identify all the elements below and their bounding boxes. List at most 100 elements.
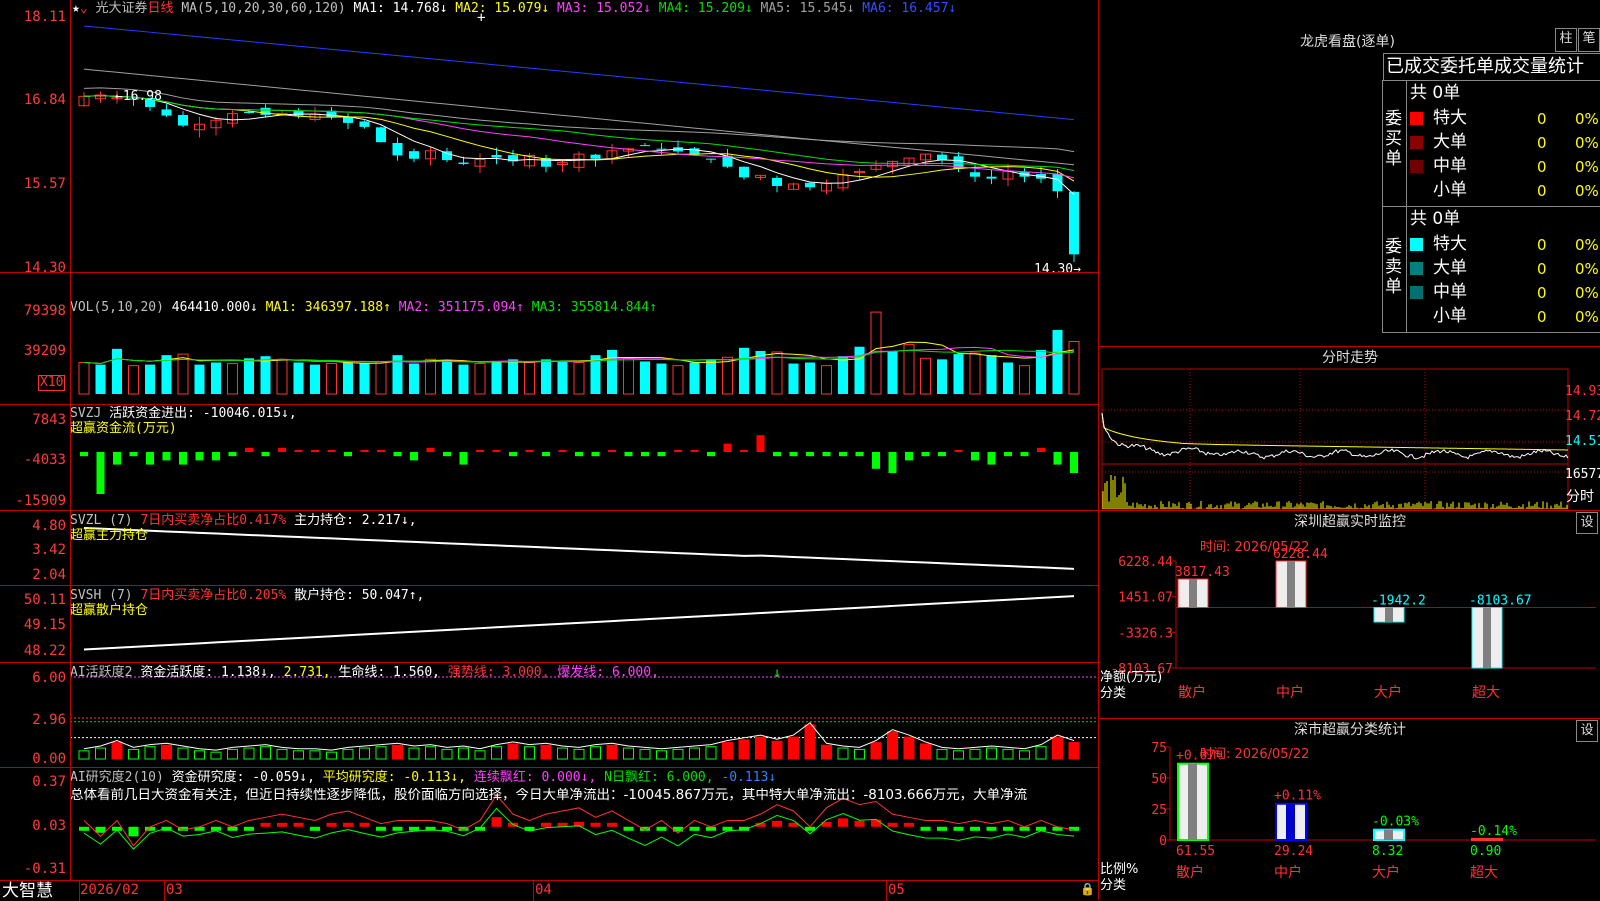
ratio-bar-stripe (1384, 829, 1393, 840)
activity-bar (986, 747, 997, 760)
kline-pane[interactable]: ★⌄ 光大证券日线 MA(5,10,20,30,60,120) MA1: 14.… (0, 0, 1098, 277)
ma1-value: MA1: 14.768↓ (353, 1, 448, 16)
order-count: 0 (1537, 134, 1547, 152)
activity-bar (920, 743, 931, 760)
order-row: 特大 0 0% (1409, 233, 1600, 255)
flow-bar (789, 452, 798, 457)
net-bar-stripe (1287, 561, 1295, 608)
ma6-value: MA6: 16.457↓ (862, 1, 957, 16)
net-bar-stripe (1385, 607, 1393, 622)
volume-bar (491, 361, 502, 394)
star-icon[interactable]: ★ (72, 1, 80, 16)
flow-bar (641, 452, 649, 457)
order-row: 大单 0 0% (1409, 257, 1600, 279)
activity-bar (524, 746, 535, 760)
volume-pane[interactable]: VOL(5,10,20) 464410.000↓ MA1: 346397.188… (0, 298, 1098, 398)
candle-body (458, 162, 469, 165)
period-label[interactable]: 日线 (148, 1, 174, 16)
volume-bar (986, 355, 997, 394)
order-type: 特大 (1433, 234, 1467, 254)
candle-body (590, 154, 601, 159)
flow-bar (80, 452, 88, 457)
candlestick-chart[interactable] (0, 0, 1098, 272)
lock-icon[interactable]: 🔒 (1080, 882, 1095, 896)
sz-monitor-chart[interactable]: 6228.44 1451.07 -3326.3 -8103.67 3817.43 散户 62… (1100, 511, 1600, 719)
date-label: 2026/02 (80, 882, 140, 898)
flow-bar (954, 450, 963, 452)
vol-legend: VOL(5,10,20) 464410.000↓ MA1: 346397.188… (70, 300, 657, 315)
activity-bar (936, 748, 948, 760)
ai-activity-pane[interactable]: ↓ AI活跃度2 资金活跃度: 1.138↓, 2.731, 生命线: 1.56… (0, 663, 1098, 767)
flow-bar (591, 452, 600, 457)
flow-bar (855, 452, 864, 457)
activity-bar (705, 746, 717, 760)
svsh-pane[interactable]: SVSH (7) 7日内买卖净占比0.205% 散户持仓: 50.047↑, 超… (0, 586, 1098, 662)
sz-class-panel[interactable]: 深市超赢分类统计 设 时间: 2026/05/22 75 50 25 0 +0.07% 6… (1100, 718, 1600, 901)
order-type: 中单 (1433, 156, 1467, 176)
y-tick: -0.31 (23, 861, 66, 877)
svsh-legend: SVSH (7) 7日内买卖净占比0.205% 散户持仓: 50.047↑, (70, 588, 424, 603)
activity-bar (392, 744, 403, 760)
flow-bar (938, 452, 946, 457)
sz-class-chart[interactable]: 75 50 25 0 +0.07% 61.55 散户 +0.11% 29.24 中户 -0.03% 8… (1100, 719, 1600, 901)
ratio-bar (1471, 837, 1503, 842)
volume-bar (276, 358, 288, 395)
flow-bar (624, 452, 633, 457)
flow-bar (1037, 447, 1045, 452)
volume-bar (359, 363, 370, 394)
ai-research-d: N日飘红: 6.000, (604, 770, 714, 785)
volume-bar (672, 365, 684, 395)
volume-bar (508, 359, 518, 394)
order-count: 0 (1537, 260, 1547, 278)
activity-bar (78, 750, 90, 760)
caret-icon[interactable]: ⌄ (80, 1, 88, 16)
ma-line (83, 25, 1075, 121)
ai-activity-b: 2.731, (283, 665, 331, 680)
svzl-pane[interactable]: SVZL (7) 7日内买卖净占比0.417% 主力持仓: 2.217↓, 超赢… (0, 511, 1098, 585)
ratio-value: 8.32 (1372, 844, 1403, 859)
svzj-legend: SVZJ 活跃资金进出: -10046.015↓, (70, 406, 297, 421)
flow-bar (212, 452, 220, 461)
ai-activity-a: 资金活跃度: 1.138↓, (140, 665, 276, 680)
y-tick-label: 25 (1151, 803, 1167, 818)
fenshi-frame (1101, 368, 1569, 510)
low-marker: 14.30→ (1034, 262, 1081, 277)
ai-activity-d: 强势线: 3.000, (447, 665, 550, 680)
volume-bar (953, 354, 964, 394)
color-swatch (1410, 112, 1423, 125)
flow-bar (195, 452, 204, 461)
flow-bar (1004, 452, 1012, 457)
bar-mode-button[interactable]: 柱 (1555, 28, 1577, 52)
research-bar (871, 819, 881, 827)
ratio-value: 61.55 (1176, 844, 1215, 859)
svzj-pane[interactable]: SVZJ 活跃资金进出: -10046.015↓, 超赢资金流(万元) 7843… (0, 404, 1098, 510)
ai-research-legend: AI研究度2(10) 资金研究度: -0.059↓, 平均研究度: -0.113… (70, 770, 776, 785)
category-label: 中户 (1274, 864, 1302, 881)
volume-bar (343, 362, 353, 394)
activity-bar (821, 744, 832, 760)
fenshi-panel[interactable]: 分时走势 14.93 14.72 14.51 16577 分时 (1100, 346, 1600, 511)
net-bar-stripe (1483, 607, 1491, 668)
volume-bar (771, 351, 783, 395)
ai-research-pane[interactable]: AI研究度2(10) 资金研究度: -0.059↓, 平均研究度: -0.113… (0, 768, 1098, 880)
svsh-val: 散户持仓: 50.047↑, (294, 588, 425, 603)
ma-params: MA(5,10,20,30,60,120) (181, 1, 346, 16)
research-bar (970, 826, 980, 831)
activity-bar (425, 746, 436, 760)
research-bar (854, 820, 865, 827)
flow-bar (822, 452, 831, 457)
flow-bar (179, 452, 187, 465)
tick-mode-button[interactable]: 笔 (1578, 28, 1600, 52)
fenshi-chart[interactable] (1100, 347, 1600, 511)
category-label: 大户 (1372, 864, 1400, 881)
y-tick: 49.15 (23, 617, 66, 633)
activity-bar (458, 747, 469, 760)
research-bar (293, 822, 304, 827)
volume-bar (326, 363, 337, 395)
price-line (1101, 412, 1569, 460)
volume-bar (1003, 362, 1013, 394)
volume-bar (244, 358, 254, 394)
lhb-tabs[interactable]: 已成交委托单成交量统计 (1383, 53, 1600, 81)
sz-monitor-panel[interactable]: 深圳超赢实时监控 设 时间: 2026/05/22 6228.44 1451.07… (1100, 510, 1600, 719)
research-bar (541, 822, 551, 827)
